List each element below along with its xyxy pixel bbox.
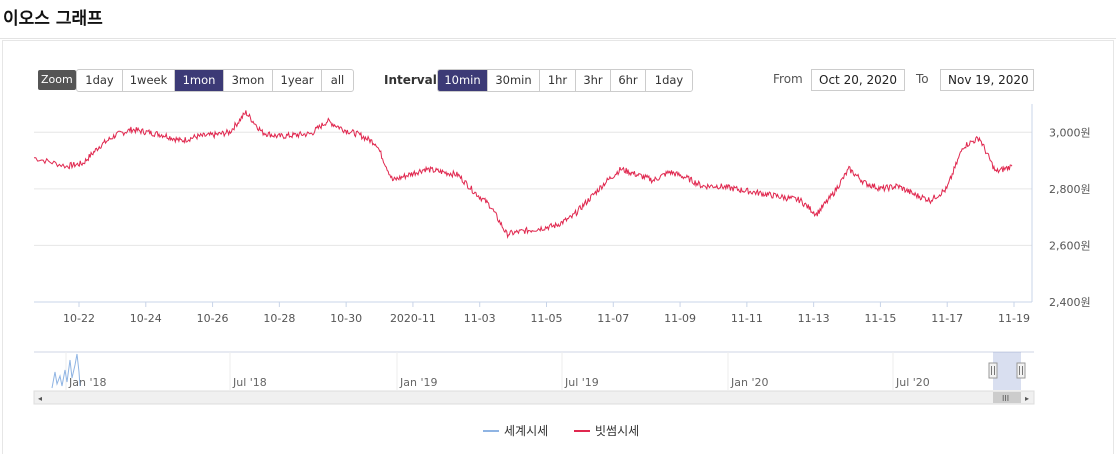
navigator-background <box>34 352 1034 390</box>
x-tick-label: 11-09 <box>664 312 696 325</box>
legend-item-world[interactable]: 세계시세 <box>483 422 548 439</box>
scroll-left-icon[interactable]: ◂ <box>38 394 42 403</box>
navigator-left-handle[interactable] <box>988 362 998 379</box>
x-tick-label: 10-24 <box>130 312 162 325</box>
legend-label-world: 세계시세 <box>504 424 549 438</box>
series-line-bithumb <box>34 110 1013 239</box>
navigator[interactable]: Jan '18 Jul '18 Jan '19 Jul '19 Jan '20 Jul '… <box>33 351 1035 405</box>
navigator-right-handle[interactable] <box>1016 362 1026 379</box>
legend-item-bithumb[interactable]: 빗썸시세 <box>574 422 639 439</box>
navigator-tick-label: Jul '20 <box>895 376 930 389</box>
legend-swatch-bithumb <box>574 429 590 432</box>
x-tick-label: 11-05 <box>531 312 563 325</box>
navigator-tick-label: Jul '19 <box>564 376 599 389</box>
x-tick-label: 11-07 <box>597 312 629 325</box>
series-lines <box>34 110 1013 239</box>
x-tick-label: 11-11 <box>731 312 763 325</box>
y-tick-label: 3,000원 <box>1049 126 1091 139</box>
y-axis: 2,400원 2,600원 2,800원 3,000원 <box>1031 104 1091 309</box>
navigator-scrollbar-track[interactable] <box>33 390 1035 405</box>
legend-label-bithumb: 빗썸시세 <box>595 424 640 438</box>
y-tick-label: 2,800원 <box>1049 183 1091 196</box>
navigator-tick-label: Jul '18 <box>232 376 267 389</box>
x-tick-label: 2020-11 <box>390 312 436 325</box>
navigator-tick-label: Jan '19 <box>399 376 437 389</box>
x-tick-label: 11-03 <box>464 312 496 325</box>
legend-swatch-world <box>483 429 499 432</box>
x-tick-label: 11-19 <box>998 312 1030 325</box>
x-tick-label: 10-26 <box>197 312 229 325</box>
x-tick-label: 11-13 <box>798 312 830 325</box>
y-tick-label: 2,400원 <box>1049 296 1091 309</box>
navigator-tick-label: Jan '20 <box>730 376 768 389</box>
x-axis: 10-22 10-24 10-26 10-28 10-30 2020-11 11-03 11-… <box>34 301 1032 325</box>
x-tick-label: 10-28 <box>263 312 295 325</box>
scrollbar-grip-icon: III <box>1002 394 1009 403</box>
y-tick-label: 2,600원 <box>1049 239 1091 252</box>
x-tick-label: 10-22 <box>63 312 95 325</box>
x-tick-label: 11-15 <box>864 312 896 325</box>
navigator-tick-label: Jan '18 <box>68 376 106 389</box>
scroll-right-icon[interactable]: ▸ <box>1025 394 1029 403</box>
price-chart: 2,400원 2,600원 2,800원 3,000원 10-22 10-24 10-26… <box>33 104 1091 405</box>
x-tick-label: 10-30 <box>330 312 362 325</box>
x-tick-label: 11-17 <box>931 312 963 325</box>
